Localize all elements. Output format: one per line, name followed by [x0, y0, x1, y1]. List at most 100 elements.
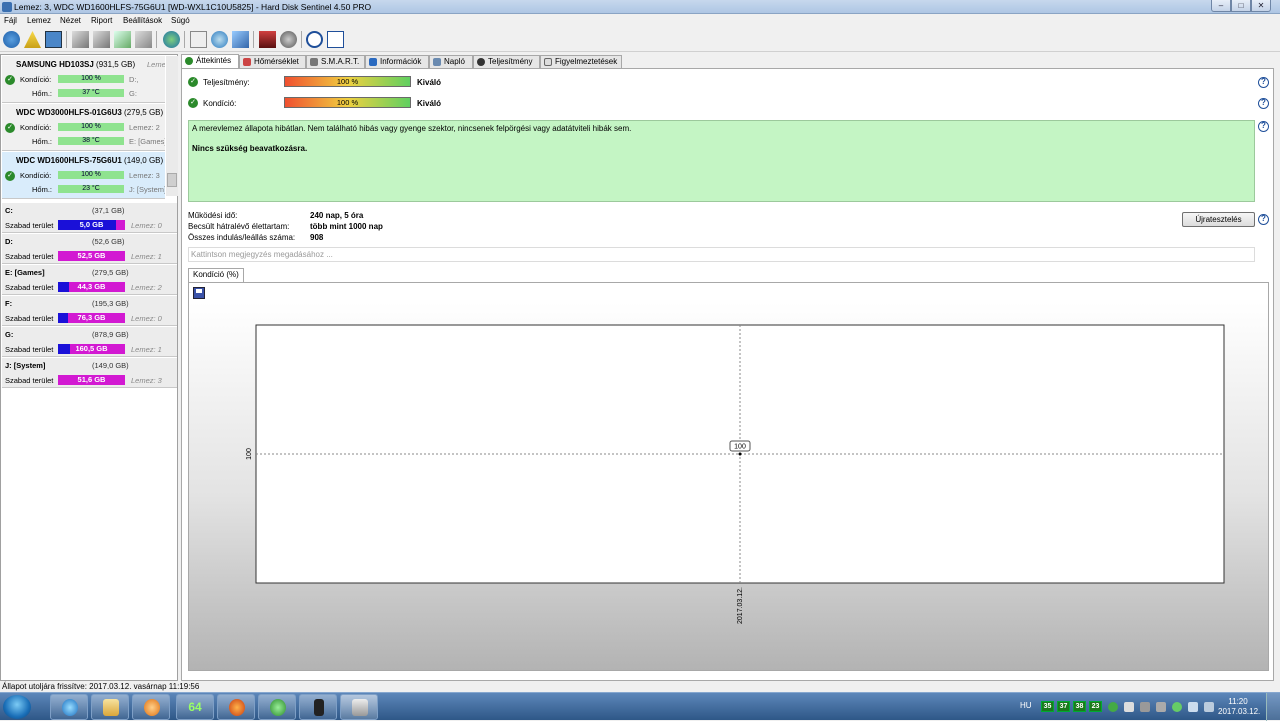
- warning-icon[interactable]: [24, 31, 41, 48]
- menu-help[interactable]: Súgó: [171, 16, 190, 25]
- preferences-icon[interactable]: [280, 31, 297, 48]
- tray-app-icon[interactable]: [1172, 702, 1182, 712]
- backup-icon[interactable]: [232, 31, 249, 48]
- disk-size: (931,5 GB): [96, 60, 136, 69]
- disk-item[interactable]: WDC WD3000HLFS-01G6U3 (279,5 GB) ✓ Kondí…: [2, 104, 165, 151]
- status-bar: Állapot utoljára frissítve: 2017.03.12. …: [0, 681, 1280, 692]
- volume-size: (52,6 GB): [92, 237, 125, 246]
- taskbar-phone-button[interactable]: [299, 694, 337, 720]
- condition-bar: 100 %: [58, 171, 124, 179]
- disk-number: Lemez: 3: [129, 171, 160, 180]
- retest-button[interactable]: Újratesztelés: [1182, 212, 1255, 227]
- taskbar-utorrent-button[interactable]: [258, 694, 296, 720]
- performance-ok-icon: ✓: [188, 77, 198, 87]
- tray-temp-1[interactable]: 35: [1041, 701, 1054, 712]
- free-space-bar: 160,5 GB: [58, 344, 125, 354]
- tab-smart[interactable]: S.M.A.R.T.: [306, 55, 365, 68]
- x-tick-label: 2017.03.12.: [737, 587, 744, 624]
- disk-test-icon[interactable]: [72, 31, 89, 48]
- temperature-bar: 37 °C: [58, 89, 124, 97]
- tab-overview[interactable]: Áttekintés: [181, 54, 239, 68]
- condition-label: Kondíció:: [203, 99, 237, 108]
- disk-size: (279,5 GB): [124, 108, 164, 117]
- taskbar-explorer-button[interactable]: [91, 694, 129, 720]
- volume-item[interactable]: J: [System] (149,0 GB) Szabad terület 51…: [2, 358, 177, 388]
- menu-report[interactable]: Riport: [91, 16, 112, 25]
- menu-view[interactable]: Nézet: [60, 16, 81, 25]
- window-title: Lemez: 3, WDC WD1600HLFS-75G6U1 [WD-WXL1…: [14, 2, 372, 12]
- taskbar-ie-button[interactable]: [50, 694, 88, 720]
- tab-label: Áttekintés: [196, 56, 232, 65]
- start-button[interactable]: [3, 695, 31, 719]
- tray-app-icon[interactable]: [1140, 702, 1150, 712]
- tab-performance[interactable]: Teljesítmény: [473, 55, 540, 68]
- tab-information[interactable]: Információk: [365, 55, 429, 68]
- tab-temperature[interactable]: Hőmérséklet: [239, 55, 306, 68]
- scrollbar-thumb[interactable]: [167, 173, 177, 187]
- clock[interactable]: 11:20 2017.03.12.: [1218, 697, 1260, 717]
- condition-bar: 100 %: [58, 123, 124, 131]
- document-icon[interactable]: [190, 31, 207, 48]
- toolbar: [0, 27, 1280, 52]
- disk-list-scrollbar[interactable]: [166, 56, 178, 196]
- clock-time: 11:20: [1228, 697, 1248, 706]
- extended-test-icon[interactable]: [135, 31, 152, 48]
- disk-item[interactable]: SAMSUNG HD103SJ (931,5 GB) Lemez: 1 ✓ Ko…: [2, 56, 165, 103]
- close-button[interactable]: ✕: [1251, 0, 1271, 12]
- free-space-value: 76,3 GB: [77, 313, 106, 322]
- condition-chart: 100 2017.03.12. 100: [246, 324, 1225, 624]
- tray-temp-2[interactable]: 37: [1057, 701, 1070, 712]
- help-icon[interactable]: ?: [1258, 214, 1269, 225]
- taskbar-firefox-button[interactable]: [217, 694, 255, 720]
- disk-model: SAMSUNG HD103SJ: [16, 60, 94, 69]
- volume-disk: Lemez: 0: [131, 314, 162, 323]
- web-icon[interactable]: [163, 31, 180, 48]
- disk-item-selected[interactable]: WDC WD1600HLFS-75G6U1 (149,0 GB) ✓ Kondí…: [2, 152, 165, 199]
- tab-log[interactable]: Napló: [429, 55, 473, 68]
- help-icon[interactable]: [306, 31, 323, 48]
- tray-temp-4[interactable]: 23: [1089, 701, 1102, 712]
- sync-icon[interactable]: [211, 31, 228, 48]
- refresh-icon[interactable]: [3, 31, 20, 48]
- volume-icon[interactable]: [1204, 702, 1214, 712]
- menu-disk[interactable]: Lemez: [27, 16, 51, 25]
- menu-settings[interactable]: Beállítások: [123, 16, 162, 25]
- show-desktop-button[interactable]: [1266, 693, 1280, 721]
- volume-item[interactable]: C: (37,1 GB) Szabad terület 5,0 GB Lemez…: [2, 203, 177, 233]
- tray-app-icon[interactable]: [1156, 702, 1166, 712]
- surface-test-icon[interactable]: [93, 31, 110, 48]
- report-icon[interactable]: [45, 31, 62, 48]
- taskbar-media-button[interactable]: [132, 694, 170, 720]
- tray-app-icon[interactable]: [1124, 702, 1134, 712]
- free-space-bar: 76,3 GB: [58, 313, 125, 323]
- volume-item[interactable]: E: [Games] (279,5 GB) Szabad terület 44,…: [2, 265, 177, 295]
- free-space-label: Szabad terület: [5, 283, 54, 292]
- help-icon[interactable]: ?: [1258, 98, 1269, 109]
- network-icon[interactable]: [1188, 702, 1198, 712]
- volume-item[interactable]: G: (878,9 GB) Szabad terület 160,5 GB Le…: [2, 327, 177, 357]
- volume-item[interactable]: D: (52,6 GB) Szabad terület 52,5 GB Leme…: [2, 234, 177, 264]
- ok-check-icon: ✓: [5, 75, 15, 85]
- free-space-value: 5,0 GB: [79, 220, 104, 229]
- temperature-bar: 38 °C: [58, 137, 124, 145]
- menu-file[interactable]: Fájl: [4, 16, 17, 25]
- short-self-test-icon[interactable]: [114, 31, 131, 48]
- minimize-button[interactable]: –: [1211, 0, 1231, 12]
- tab-condition-chart[interactable]: Kondíció (%): [188, 268, 244, 282]
- info-icon[interactable]: [327, 31, 344, 48]
- help-icon[interactable]: ?: [1258, 121, 1269, 132]
- maximize-button[interactable]: □: [1231, 0, 1251, 12]
- settings-icon[interactable]: [259, 31, 276, 48]
- save-icon[interactable]: [193, 287, 205, 299]
- taskbar-hds-button[interactable]: [340, 694, 378, 720]
- tray-temp-3[interactable]: 38: [1073, 701, 1086, 712]
- tray-app-icon[interactable]: [1108, 702, 1118, 712]
- volume-name: C:: [5, 206, 13, 215]
- help-icon[interactable]: ?: [1258, 77, 1269, 88]
- taskbar-aida-button[interactable]: 64: [176, 694, 214, 720]
- free-space-bar: 44,3 GB: [58, 282, 125, 292]
- volume-item[interactable]: F: (195,3 GB) Szabad terület 76,3 GB Lem…: [2, 296, 177, 326]
- tab-alerts[interactable]: Figyelmeztetések: [540, 55, 622, 68]
- language-indicator[interactable]: HU: [1020, 701, 1032, 710]
- notes-input[interactable]: Kattintson megjegyzés megadásához ...: [188, 247, 1255, 262]
